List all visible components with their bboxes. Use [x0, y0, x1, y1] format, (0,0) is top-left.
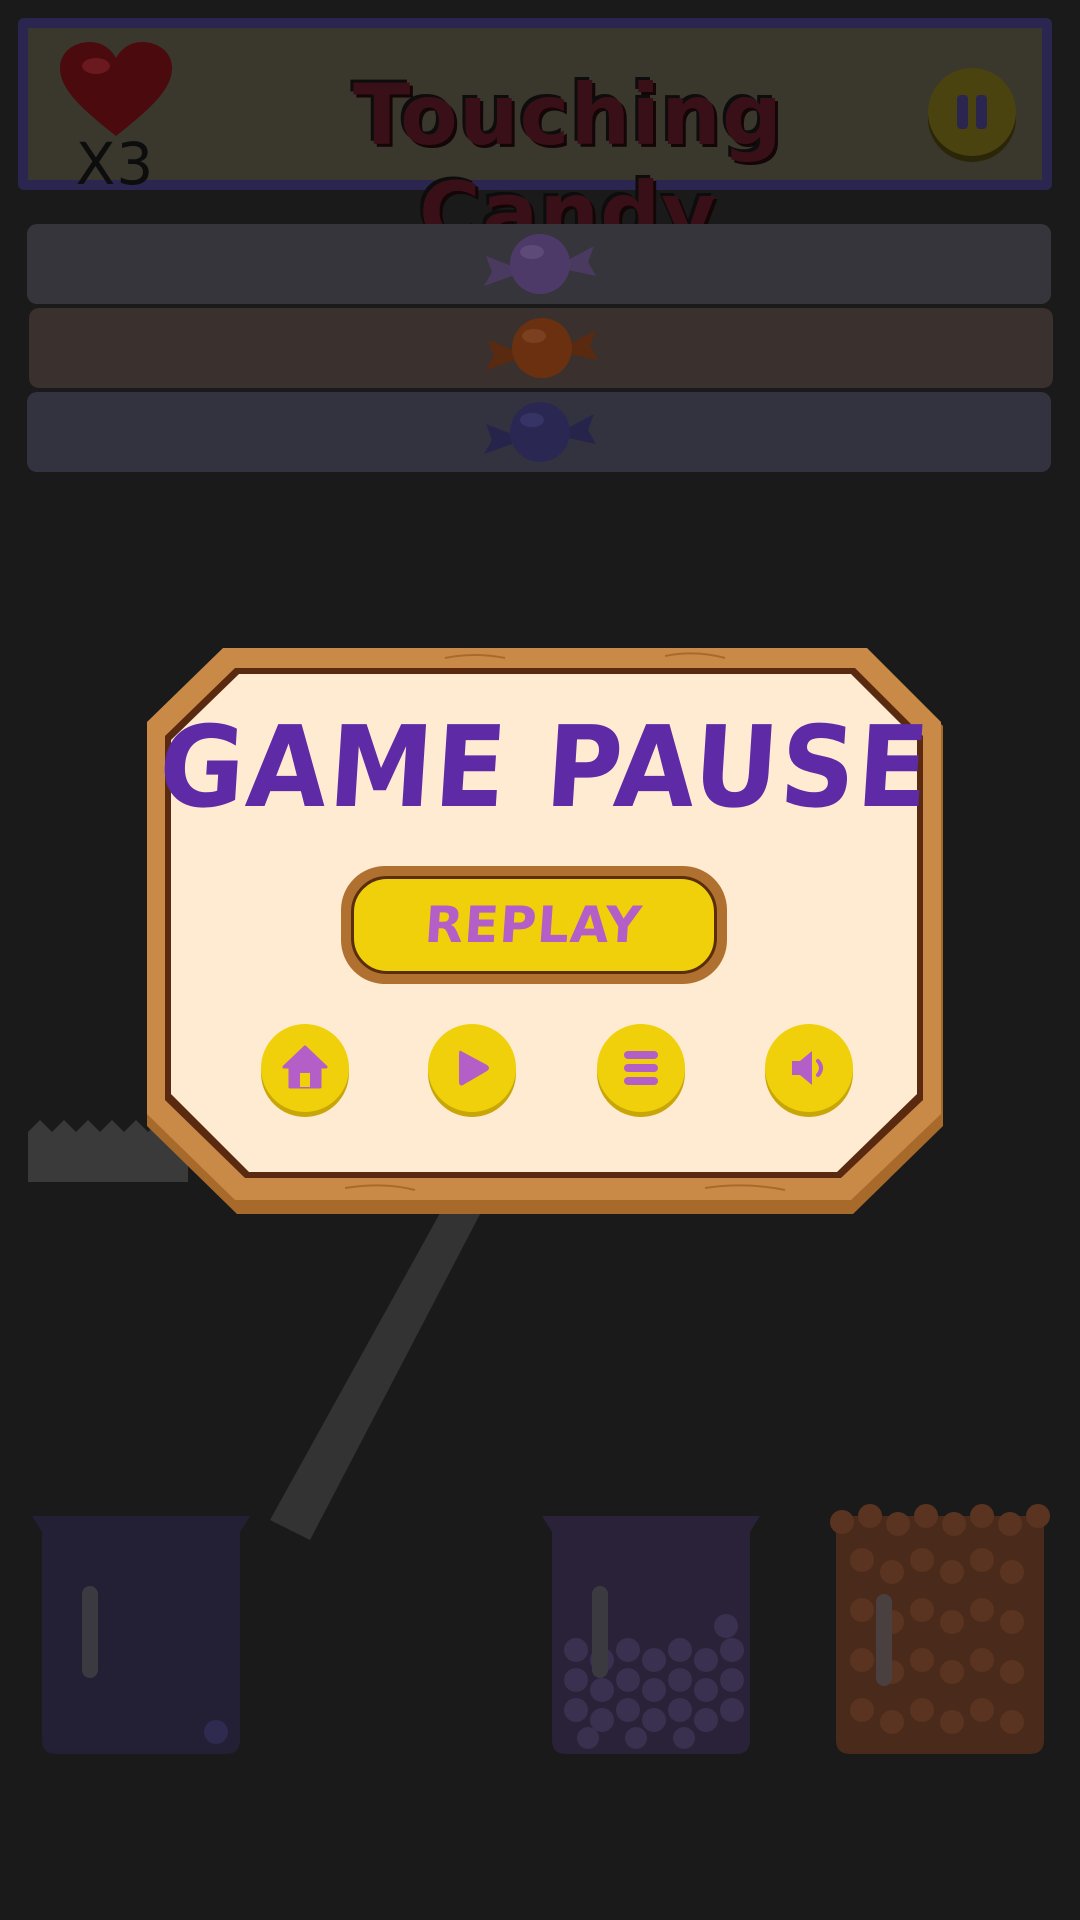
resume-button[interactable]: [428, 1024, 516, 1112]
pause-icon-bar: [976, 95, 987, 129]
replay-button-face: REPLAY: [351, 876, 717, 974]
jar-purple-candies: [542, 1516, 760, 1754]
candy-lane-purple[interactable]: [27, 224, 1051, 304]
menu-button[interactable]: [597, 1024, 685, 1112]
candy-lane-blue[interactable]: [27, 392, 1051, 472]
top-bar: X3 Touching Candy: [18, 18, 1052, 262]
replay-label: REPLAY: [423, 896, 645, 954]
speaker-icon: [792, 1051, 823, 1085]
jar-empty: [32, 1516, 250, 1754]
pause-button[interactable]: [928, 68, 1016, 156]
play-icon: [459, 1050, 489, 1086]
orange-candy-icon: [486, 318, 598, 378]
lives-count: X3: [75, 130, 155, 198]
home-button[interactable]: [261, 1024, 349, 1112]
heart-icon: [60, 42, 172, 136]
dialog-title: GAME PAUSE: [155, 701, 935, 833]
purple-candy-icon: [484, 234, 596, 294]
replay-button[interactable]: REPLAY: [341, 866, 727, 984]
sound-button[interactable]: [765, 1024, 853, 1112]
pause-icon: [957, 95, 968, 129]
jar-orange-candies: [830, 1504, 1050, 1754]
home-icon: [282, 1045, 328, 1089]
pause-dialog: GAME PAUSE REPLAY: [145, 648, 945, 1214]
menu-icon: [624, 1051, 658, 1085]
candy-lane-orange[interactable]: [29, 308, 1053, 388]
blue-candy-icon: [484, 402, 596, 462]
